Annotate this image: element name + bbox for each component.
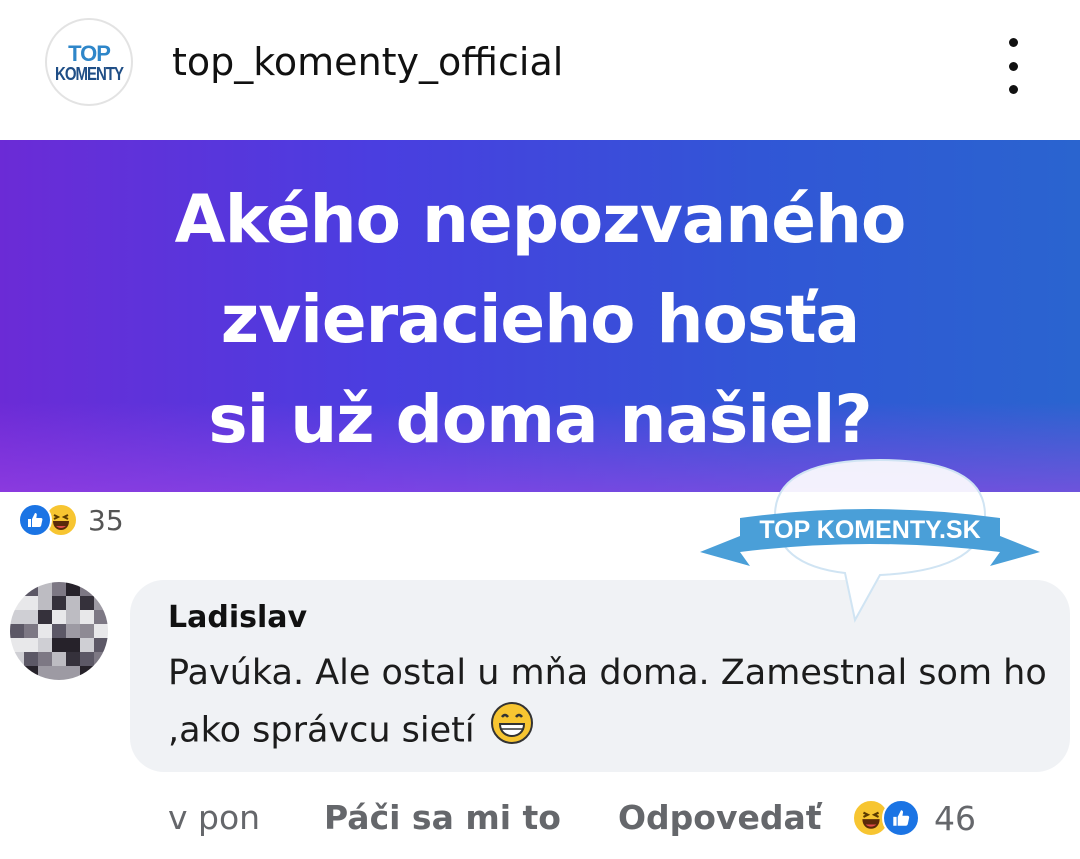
more-vertical-icon xyxy=(1008,38,1018,47)
banner-line: Akého nepozvaného xyxy=(174,181,907,258)
comment-timestamp: v pon xyxy=(168,798,261,837)
commenter-avatar[interactable] xyxy=(10,582,108,680)
like-icon xyxy=(882,799,920,837)
banner-line: zvieracieho hosťa xyxy=(220,281,860,358)
like-button[interactable]: Páči sa mi to xyxy=(324,796,561,840)
watermark-badge: TOP KOMENTY.SK xyxy=(700,458,1040,623)
comment-actions: v pon Páči sa mi to Odpovedať 46 xyxy=(168,796,1048,840)
post-reactions[interactable]: 35 xyxy=(18,500,124,540)
reply-button[interactable]: Odpovedať xyxy=(618,796,822,840)
comment-text: Pavúka. Ale ostal u mňa doma. Zamestnal … xyxy=(168,653,1047,751)
account-avatar[interactable]: TOP KOMENTY xyxy=(45,18,133,106)
logo-text-top: TOP xyxy=(68,40,111,66)
comment-body: Pavúka. Ale ostal u mňa doma. Zamestnal … xyxy=(168,646,1048,762)
watermark-text: TOP KOMENTY.SK xyxy=(759,516,980,544)
more-options-button[interactable] xyxy=(998,38,1028,94)
comment-author[interactable]: Ladislav xyxy=(168,600,307,635)
post-reaction-count: 35 xyxy=(88,503,124,537)
account-username[interactable]: top_komenty_official xyxy=(172,40,563,84)
comment-reaction-count: 46 xyxy=(934,798,976,838)
post-header: TOP KOMENTY top_komenty_official xyxy=(0,0,1080,130)
grinning-face-icon xyxy=(490,701,534,762)
comment-reactions[interactable]: 46 xyxy=(852,798,976,838)
banner-headline: Akého nepozvaného zvieracieho hosťa si u… xyxy=(0,170,1080,470)
logo-text-komenty: KOMENTY xyxy=(55,63,124,85)
like-icon xyxy=(18,503,52,537)
